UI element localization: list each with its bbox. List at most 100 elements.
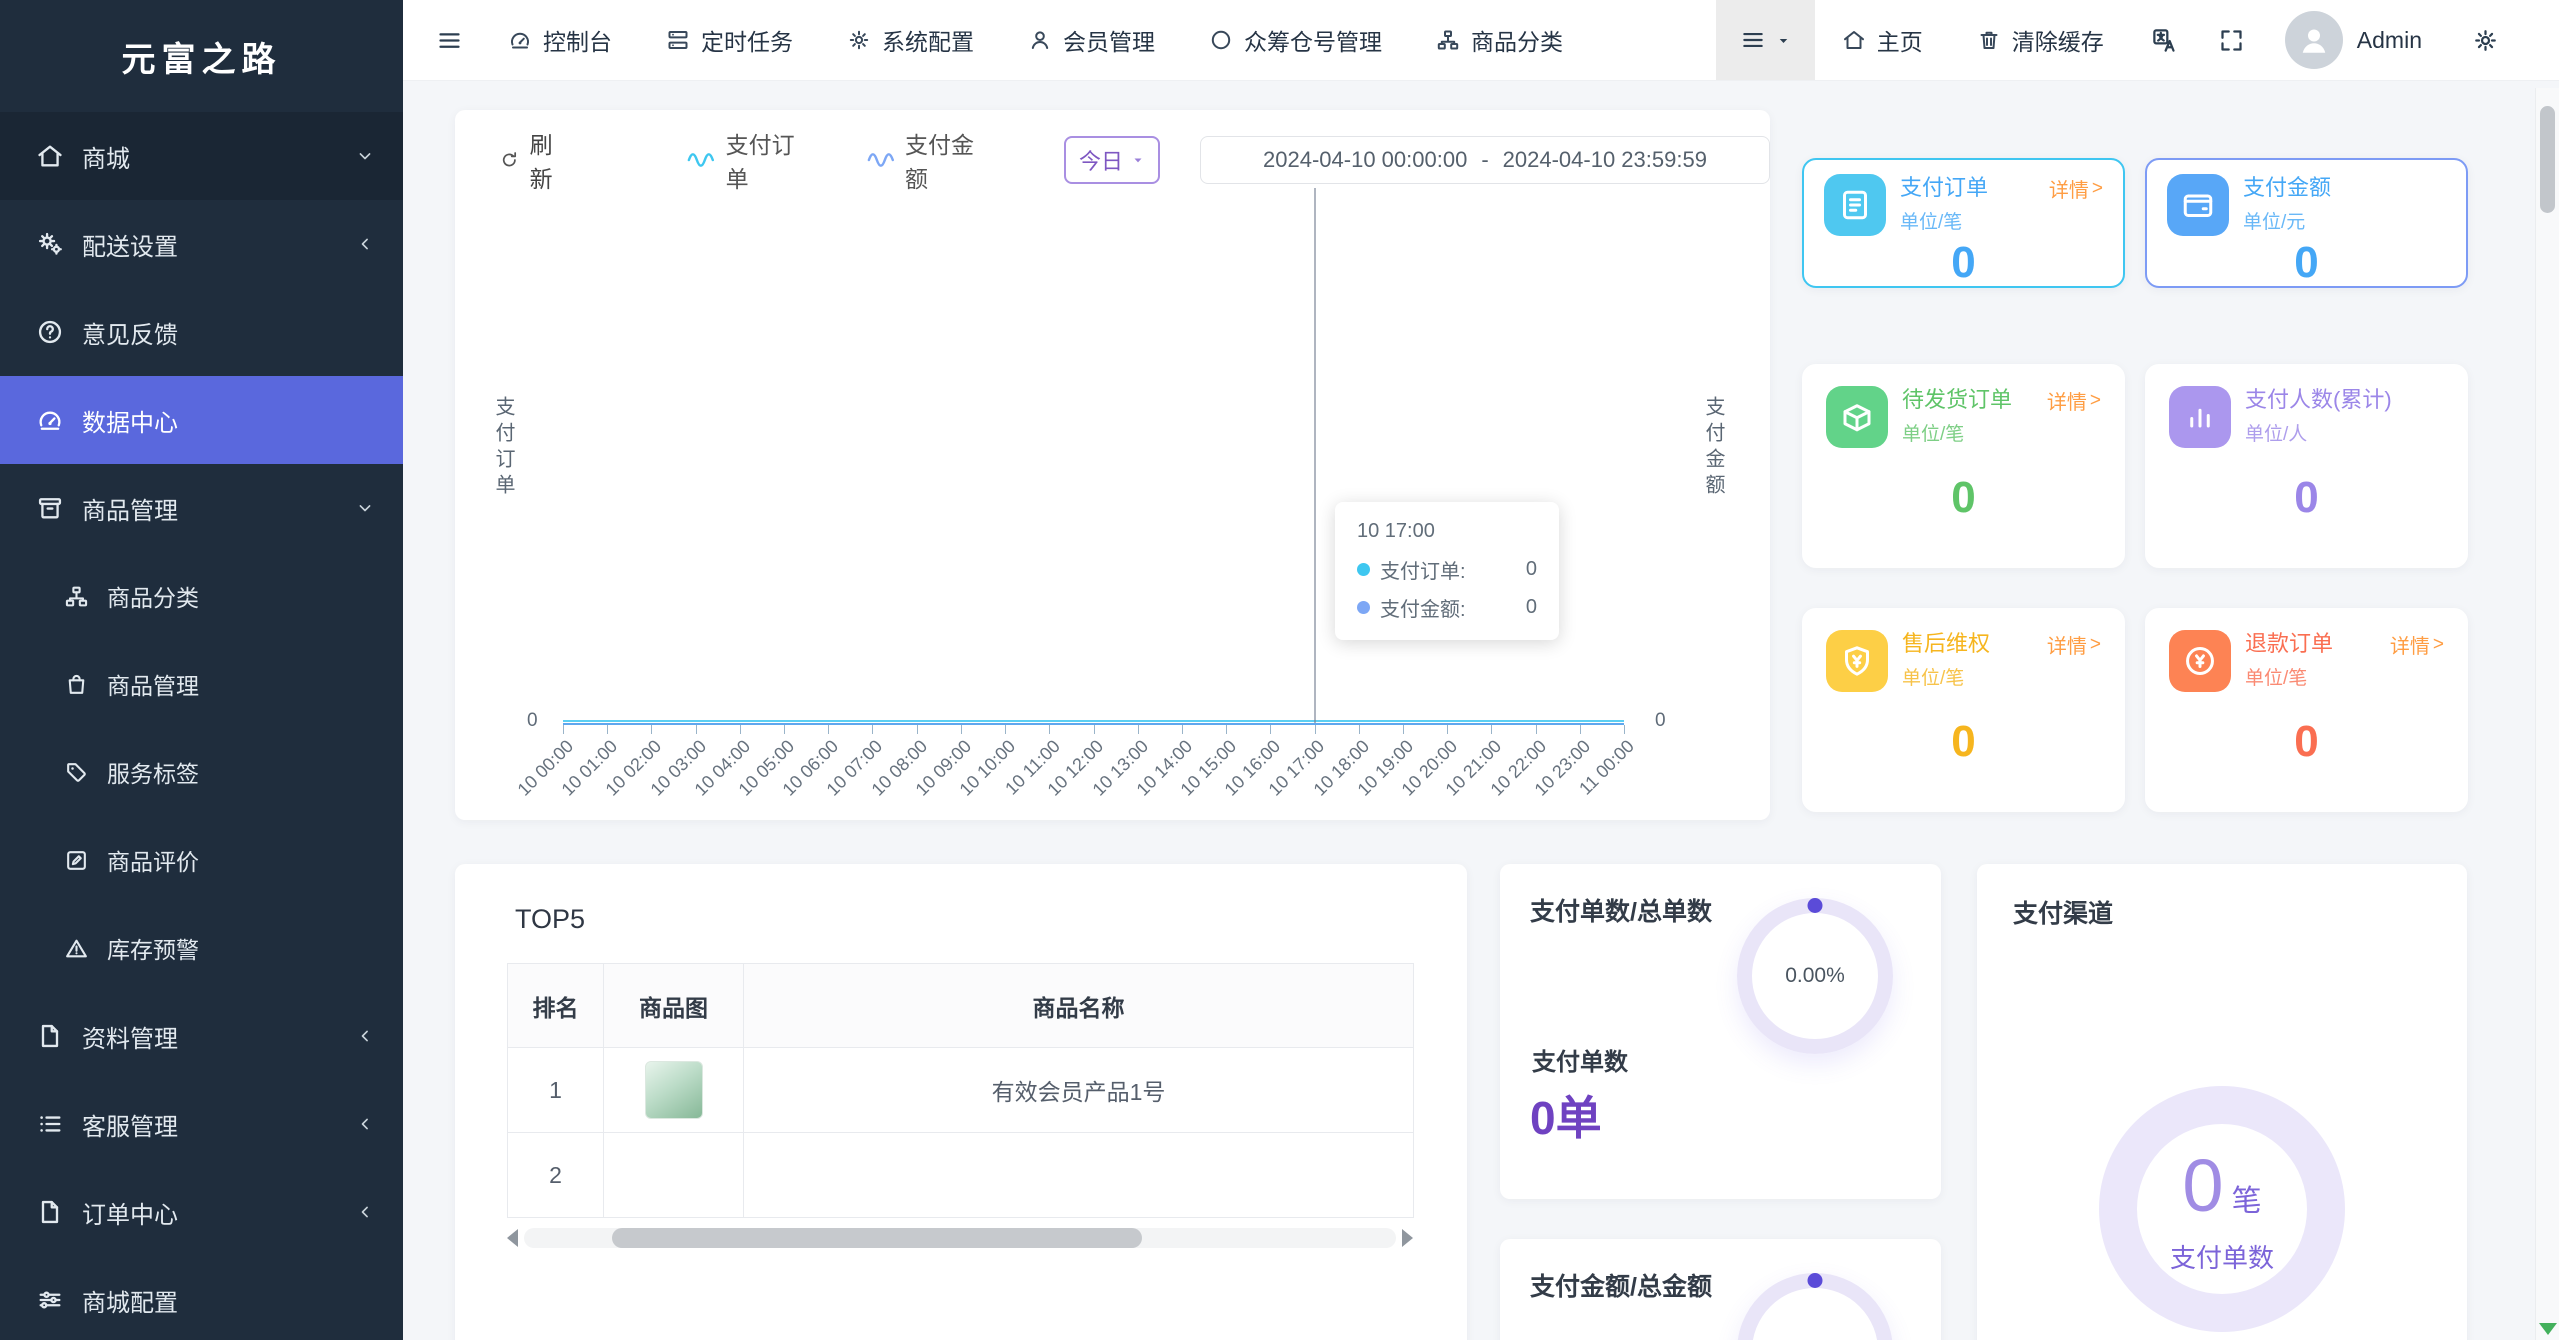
sidebar-item-label: 配送设置 — [82, 233, 178, 261]
product-image-cell — [603, 1132, 744, 1218]
tooltip-series-label: 支付金额: — [1380, 599, 1466, 621]
chevron-right-icon: > — [2089, 389, 2101, 411]
pay-channel-card: 支付渠道 0 笔 支付单数 — [1977, 864, 2467, 1340]
sidebar-item-data-center[interactable]: 数据中心 — [0, 376, 403, 464]
series-dot-icon — [1357, 601, 1370, 614]
nav-clear-cache-label: 清除缓存 — [2011, 29, 2104, 55]
pay-count-ratio-card: 支付单数/总单数 0.00% 支付单数 0单 — [1500, 864, 1941, 1199]
hamburger-menu-icon — [436, 27, 463, 54]
settings-button[interactable] — [2452, 0, 2519, 80]
date-end: 2024-04-10 23:59:59 — [1502, 147, 1707, 172]
sidebar-item-mall[interactable]: 商城 — [0, 112, 403, 200]
stat-card-after-sale[interactable]: 售后维权 单位/笔 详情 > 0 — [1802, 608, 2125, 812]
nav-item-scheduled-tasks[interactable]: 定时任务 — [639, 0, 820, 80]
horizontal-scrollbar[interactable] — [507, 1228, 1413, 1248]
sidebar-item-label: 商品分类 — [107, 585, 199, 611]
sidebar-item-mall-config[interactable]: 商城配置 — [0, 1256, 403, 1340]
stat-value: 0 — [1951, 473, 1976, 522]
user-avatar[interactable] — [2284, 11, 2343, 69]
sidebar-item-label: 客服管理 — [82, 1113, 178, 1141]
horizontal-scrollbar-track[interactable] — [524, 1228, 1396, 1248]
channel-value: 0 — [2182, 1144, 2224, 1227]
sidebar-item-goods-review[interactable]: 商品评价 — [0, 816, 403, 904]
user-icon — [1028, 28, 1052, 52]
scroll-right-arrow-icon[interactable] — [1402, 1229, 1413, 1247]
chevron-right-icon: > — [2432, 633, 2444, 655]
sidebar-item-order-center[interactable]: 订单中心 — [0, 1168, 403, 1256]
bag-icon — [64, 672, 89, 697]
y-axis-left-name: 支付订单 — [492, 396, 514, 500]
horizontal-scrollbar-thumb[interactable] — [612, 1228, 1142, 1248]
file-icon — [36, 1022, 64, 1050]
sidebar-item-goods-manage-sub[interactable]: 商品管理 — [0, 640, 403, 728]
chevron-right-icon: > — [2089, 633, 2101, 655]
date-range-input[interactable]: 2024-04-10 00:00:00 - 2024-04-10 23:59:5… — [1200, 136, 1770, 184]
sidebar-item-delivery-settings[interactable]: 配送设置 — [0, 200, 403, 288]
stat-detail-link[interactable]: 详情 > — [2390, 630, 2444, 659]
username[interactable]: Admin — [2357, 27, 2422, 54]
stat-card-pay-amount[interactable]: 支付金额 单位/元 0 — [2145, 158, 2468, 288]
x-axis-tick — [1093, 725, 1095, 734]
nav-item-member-manage[interactable]: 会员管理 — [1001, 0, 1182, 80]
nav-item-label: 会员管理 — [1063, 29, 1155, 55]
sidebar-item-service-tags[interactable]: 服务标签 — [0, 728, 403, 816]
tachometer-icon — [508, 28, 532, 52]
server-icon — [666, 28, 690, 52]
nav-item-label: 定时任务 — [701, 29, 793, 55]
sidebar-item-data-manage[interactable]: 资料管理 — [0, 992, 403, 1080]
product-name-cell: 有效会员产品1号 — [743, 1047, 1414, 1133]
stat-detail-link[interactable]: 详情 > — [2047, 630, 2101, 659]
nav-home-link[interactable]: 主页 — [1815, 0, 1950, 80]
stat-card-pending-delivery[interactable]: 待发货订单 单位/笔 详情 > 0 — [1802, 364, 2125, 568]
translate-button[interactable] — [2131, 0, 2198, 80]
top-navbar: 控制台 定时任务 系统配置 会员管理 众筹仓号管理 商品分类 主页 清除缓存 A… — [403, 0, 2559, 81]
sidebar-item-customer-service[interactable]: 客服管理 — [0, 1080, 403, 1168]
trash-icon — [1977, 28, 2001, 52]
x-axis-tick — [1314, 725, 1316, 734]
nav-clear-cache-link[interactable]: 清除缓存 — [1950, 0, 2131, 80]
top5-title: TOP5 — [515, 904, 586, 934]
stat-card-payer-count[interactable]: 支付人数(累计) 单位/人 0 — [2145, 364, 2468, 568]
scroll-down-arrow-icon[interactable] — [2538, 1323, 2557, 1335]
nav-item-system-config[interactable]: 系统配置 — [820, 0, 1001, 80]
caret-down-icon — [1131, 153, 1145, 167]
nav-item-console[interactable]: 控制台 — [481, 0, 639, 80]
sidebar-item-stock-warning[interactable]: 库存预警 — [0, 904, 403, 992]
date-range-select[interactable]: 今日 — [1064, 136, 1160, 184]
series-line — [563, 720, 1624, 722]
stat-card-refund-order[interactable]: 退款订单 单位/笔 详情 > 0 — [2145, 608, 2468, 812]
chart-tooltip: 10 17:00 支付订单: 0 支付金额: 0 — [1335, 502, 1559, 640]
tooltip-rows: 支付订单: 0 支付金额: 0 — [1357, 555, 1537, 622]
sidebar-item-feedback[interactable]: 意见反馈 — [0, 288, 403, 376]
sidebar-item-label: 意见反馈 — [82, 321, 178, 349]
stat-detail-link[interactable]: 详情 > — [2047, 386, 2101, 415]
top5-table: 排名 商品图 商品名称 1 有效会员产品1号 2 — [507, 963, 1414, 1218]
stat-card-pay-order[interactable]: 支付订单 单位/笔 详情 > 0 — [1802, 158, 2125, 288]
product-image — [644, 1061, 703, 1119]
vertical-scrollbar[interactable] — [2535, 88, 2559, 1340]
fullscreen-button[interactable] — [2198, 0, 2265, 80]
stat-title: 支付订单 — [1900, 175, 1989, 200]
scroll-left-arrow-icon[interactable] — [507, 1229, 518, 1247]
x-axis-tick — [563, 725, 564, 734]
nav-item-crowdfund-manage[interactable]: 众筹仓号管理 — [1182, 0, 1409, 80]
sidebar-item-goods-manage[interactable]: 商品管理 — [0, 464, 403, 552]
x-axis-tick — [1402, 725, 1404, 734]
stat-title: 售后维权 — [1902, 631, 1991, 656]
tooltip-row: 支付金额: 0 — [1357, 593, 1537, 622]
bill-icon — [1824, 174, 1886, 236]
nav-item-goods-category[interactable]: 商品分类 — [1409, 0, 1590, 80]
x-axis-tick — [1447, 725, 1449, 734]
x-axis-tick — [651, 725, 653, 734]
stat-unit: 单位/笔 — [1902, 423, 1965, 445]
x-axis-tick — [1624, 725, 1625, 734]
vertical-scrollbar-thumb[interactable] — [2540, 106, 2555, 213]
nav-list-dropdown-button[interactable] — [1715, 0, 1815, 80]
app-logo: 元富之路 — [121, 40, 282, 79]
sidebar: 元富之路 商城 配送设置 意见反馈 数据中心 商品管理 商品分类 商品管理 服务标签 商品评价库… — [0, 0, 403, 1340]
sidebar-item-label: 商城 — [82, 145, 130, 173]
stat-detail-link[interactable]: 详情 > — [2049, 174, 2103, 203]
edit-icon — [64, 848, 89, 873]
sidebar-item-goods-category[interactable]: 商品分类 — [0, 552, 403, 640]
sidebar-toggle-button[interactable] — [417, 0, 481, 80]
